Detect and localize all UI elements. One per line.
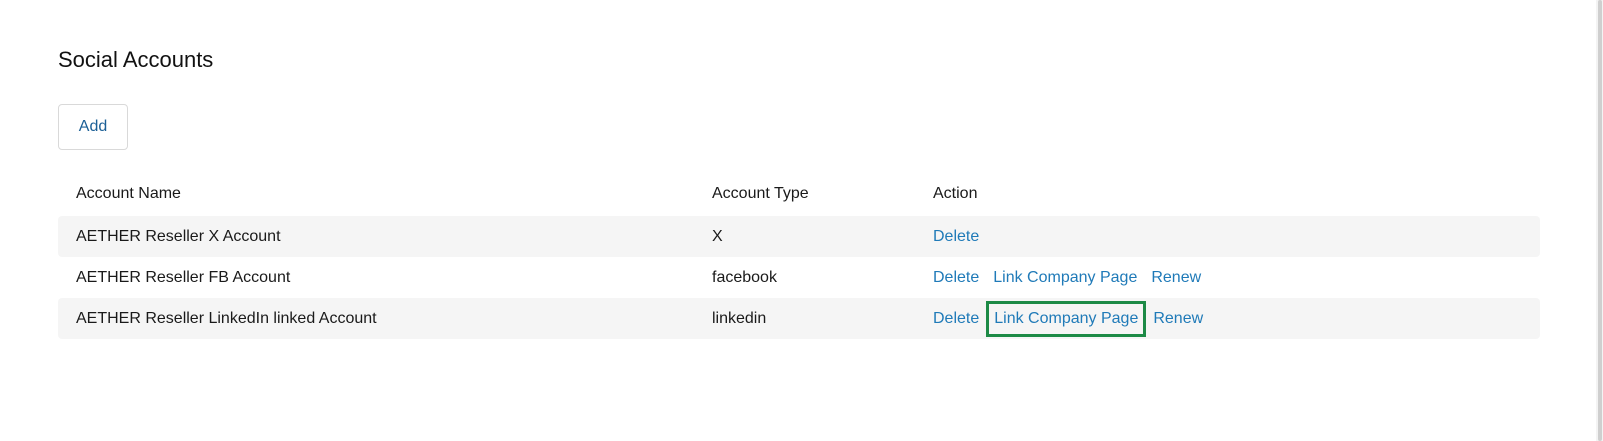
action-cell: Delete Link Company Page Renew	[933, 260, 1208, 296]
page: Social Accounts Add Account Name Account…	[0, 0, 1603, 441]
header-action: Action	[933, 185, 978, 202]
account-name-cell: AETHER Reseller FB Account	[76, 268, 291, 286]
table-row: AETHER Reseller X Account X Delete	[58, 216, 1540, 257]
table-header-row: Account Name Account Type Action	[58, 172, 1540, 216]
renew-link[interactable]: Renew	[1146, 301, 1210, 337]
social-accounts-table: Account Name Account Type Action AETHER …	[58, 172, 1540, 339]
table-row: AETHER Reseller FB Account facebook Dele…	[58, 257, 1540, 298]
scrollbar-thumb[interactable]	[1598, 0, 1602, 441]
link-company-page-link[interactable]: Link Company Page	[986, 260, 1144, 296]
account-type-cell: linkedin	[712, 309, 767, 327]
action-cell: Delete	[933, 219, 986, 255]
page-title: Social Accounts	[58, 47, 214, 72]
vertical-scrollbar[interactable]	[1596, 0, 1603, 441]
header-account-type: Account Type	[712, 185, 809, 202]
account-name-cell: AETHER Reseller LinkedIn linked Account	[76, 309, 377, 327]
delete-link[interactable]: Delete	[933, 260, 986, 296]
delete-link[interactable]: Delete	[933, 301, 986, 337]
renew-link[interactable]: Renew	[1144, 260, 1208, 296]
account-type-cell: X	[712, 227, 723, 245]
account-type-cell: facebook	[712, 268, 777, 286]
add-button[interactable]: Add	[58, 104, 128, 150]
delete-link[interactable]: Delete	[933, 219, 986, 255]
header-account-name: Account Name	[76, 185, 181, 202]
table-row: AETHER Reseller LinkedIn linked Account …	[58, 298, 1540, 339]
account-name-cell: AETHER Reseller X Account	[76, 227, 281, 245]
link-company-page-link[interactable]: Link Company Page	[986, 300, 1147, 337]
action-cell: Delete Link Company Page Renew	[933, 300, 1210, 337]
